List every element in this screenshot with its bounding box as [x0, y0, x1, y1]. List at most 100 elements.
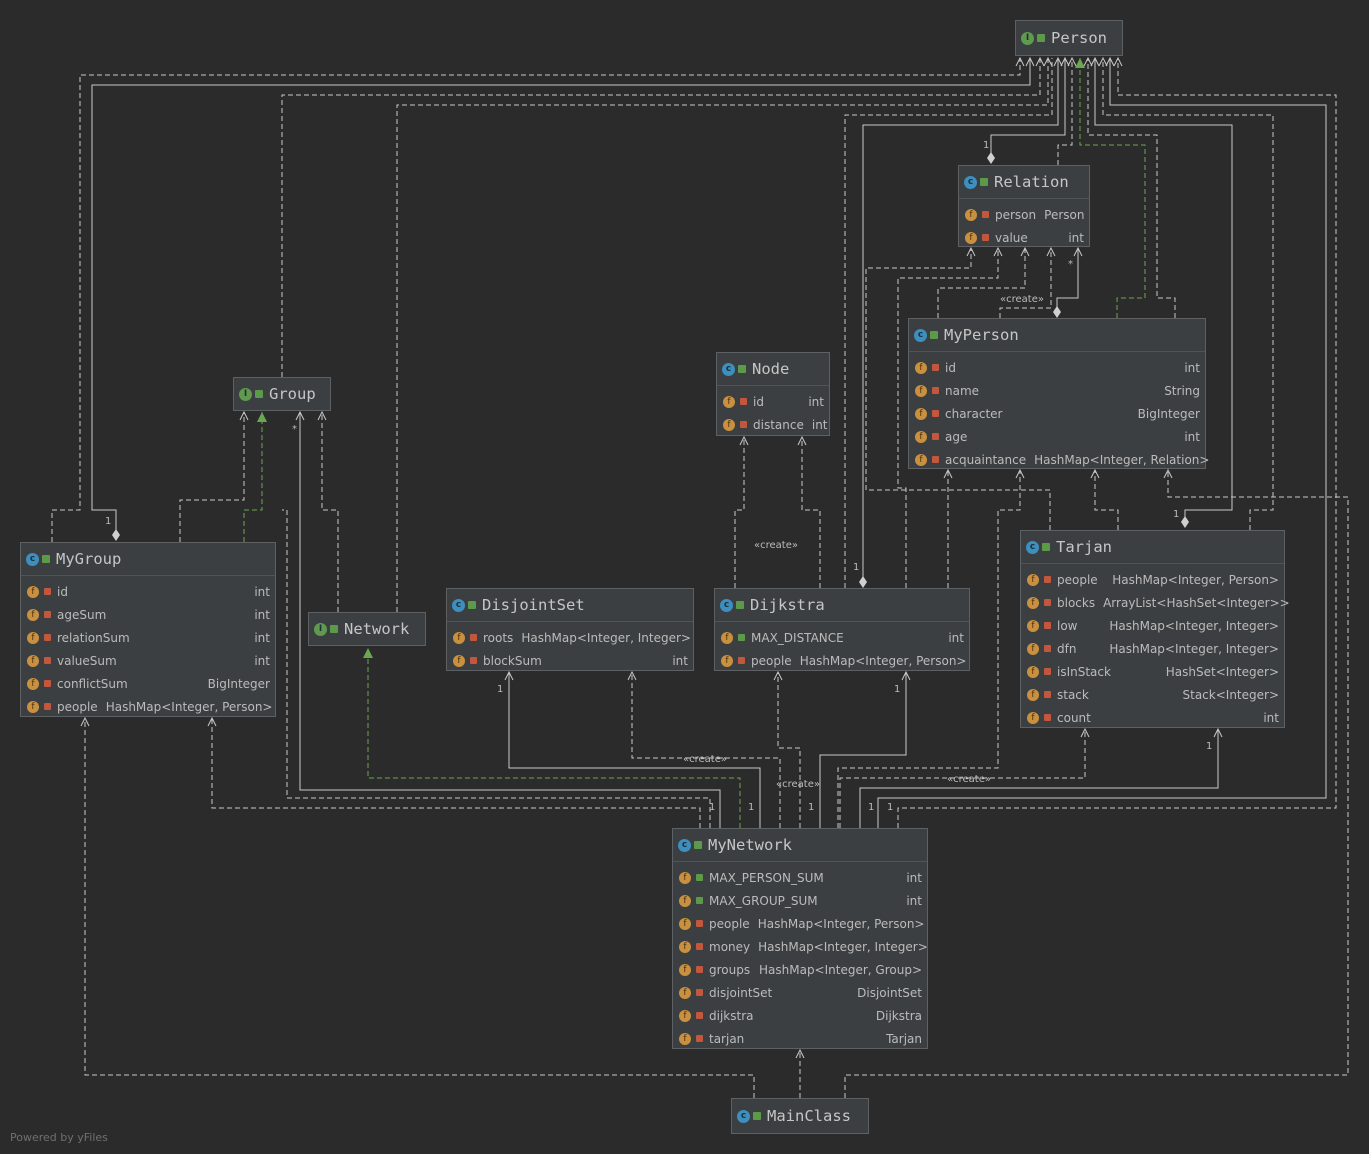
- field-row[interactable]: f age int: [909, 425, 1205, 448]
- field-row[interactable]: f relationSum int: [21, 626, 275, 649]
- field-type: int: [254, 653, 270, 668]
- class-box-group[interactable]: I Group: [233, 377, 331, 411]
- edge: [801, 437, 821, 588]
- class-title: DisjointSet: [482, 596, 585, 614]
- field-type: BigInteger: [1137, 406, 1200, 421]
- field-name: value: [995, 230, 1028, 245]
- field-row[interactable]: f ageSum int: [21, 603, 275, 626]
- class-header: c Relation: [959, 166, 1089, 199]
- field-row[interactable]: f money HashMap<Integer, Integer>: [673, 935, 928, 958]
- field-row[interactable]: f people HashMap<Integer, Person>: [1021, 568, 1284, 591]
- field-icon: f: [965, 231, 977, 244]
- powered-by-label: Powered by yFiles: [10, 1131, 108, 1144]
- public-icon: [1037, 34, 1045, 42]
- private-icon: [696, 966, 703, 973]
- field-row[interactable]: f value int: [959, 226, 1089, 249]
- interface-icon: I: [314, 622, 327, 636]
- field-row[interactable]: f distance int: [717, 413, 829, 436]
- private-icon: [44, 657, 51, 664]
- field-type: Tarjan: [886, 1031, 922, 1046]
- public-icon: [255, 390, 263, 398]
- class-box-relation[interactable]: c Relation f person Person f value int: [958, 165, 1090, 247]
- field-row[interactable]: f count int: [1021, 706, 1284, 729]
- edge-label: *: [1068, 259, 1073, 270]
- class-box-tarjan[interactable]: c Tarjan f people HashMap<Integer, Person> f b…: [1020, 530, 1290, 729]
- realization-arrow-icon: [257, 412, 267, 422]
- field-name: relationSum: [57, 630, 130, 645]
- class-icon: c: [678, 838, 691, 852]
- field-row[interactable]: f low HashMap<Integer, Integer>: [1021, 614, 1284, 637]
- field-row[interactable]: f id int: [909, 356, 1205, 379]
- field-row[interactable]: f conflictSum BigInteger: [21, 672, 275, 695]
- private-icon: [1044, 645, 1051, 652]
- field-row[interactable]: f dijkstra Dijkstra: [673, 1004, 927, 1027]
- field-icon: f: [1027, 711, 1039, 724]
- field-row[interactable]: f people HashMap<Integer, Person>: [673, 912, 927, 935]
- field-row[interactable]: f character BigInteger: [909, 402, 1205, 425]
- field-row[interactable]: f person Person: [959, 203, 1089, 226]
- field-type: int: [1184, 360, 1200, 375]
- field-row[interactable]: f id int: [717, 390, 829, 413]
- field-name: people: [709, 916, 750, 931]
- field-row[interactable]: f valueSum int: [21, 649, 275, 672]
- public-icon: [736, 601, 744, 609]
- field-name: people: [1057, 572, 1098, 587]
- field-icon: f: [679, 894, 691, 907]
- private-icon: [696, 1012, 703, 1019]
- class-box-person[interactable]: I Person: [1015, 20, 1123, 56]
- class-box-mainclass[interactable]: c MainClass: [731, 1098, 869, 1134]
- private-icon: [44, 703, 51, 710]
- private-icon: [696, 920, 703, 927]
- field-name: valueSum: [57, 653, 117, 668]
- field-type: String: [1164, 383, 1200, 398]
- field-type: int: [254, 630, 270, 645]
- field-row[interactable]: f disjointSet DisjointSet: [673, 981, 927, 1004]
- private-icon: [696, 1035, 703, 1042]
- field-name: age: [945, 429, 968, 444]
- field-row[interactable]: f tarjan Tarjan: [673, 1027, 927, 1050]
- private-icon: [1044, 576, 1051, 583]
- edge-label: 1: [868, 802, 875, 813]
- field-icon: f: [679, 1009, 691, 1022]
- class-box-dijkstra[interactable]: c Dijkstra f MAX_DISTANCE int f people HashMap<…: [714, 588, 970, 671]
- field-row[interactable]: f acquaintance HashMap<Integer, Relation>: [909, 448, 1209, 471]
- public-icon: [696, 874, 703, 881]
- class-box-myperson[interactable]: c MyPerson f id int f name String f character BigI…: [908, 318, 1209, 471]
- interface-icon: I: [239, 387, 252, 401]
- field-row[interactable]: f roots HashMap<Integer, Integer>: [447, 626, 693, 649]
- class-header: I Group: [234, 378, 330, 410]
- class-box-disjointset[interactable]: c DisjointSet f roots HashMap<Integer, Integ…: [446, 588, 694, 671]
- field-row[interactable]: f blocks ArrayList<HashSet<Integer>>: [1021, 591, 1290, 614]
- class-box-mynetwork[interactable]: c MyNetwork f MAX_PERSON_SUM int f MAX_GROUP_S…: [672, 828, 928, 1049]
- field-row[interactable]: f people HashMap<Integer, Person>: [21, 695, 275, 718]
- field-row[interactable]: f MAX_PERSON_SUM int: [673, 866, 927, 889]
- class-title: MyGroup: [56, 550, 122, 568]
- private-icon: [44, 680, 51, 687]
- field-icon: f: [1027, 596, 1039, 609]
- field-row[interactable]: f id int: [21, 580, 275, 603]
- field-row[interactable]: f people HashMap<Integer, Person>: [715, 649, 969, 672]
- class-title: MyPerson: [944, 326, 1019, 344]
- class-box-mygroup[interactable]: c MyGroup f id int f ageSum int f relationSum int f…: [20, 542, 276, 717]
- field-type: ArrayList<HashSet<Integer>>: [1103, 595, 1290, 610]
- field-row[interactable]: f blockSum int: [447, 649, 693, 672]
- field-name: count: [1057, 710, 1091, 725]
- field-row[interactable]: f MAX_GROUP_SUM int: [673, 889, 927, 912]
- aggregation-diamond-icon: [859, 576, 867, 588]
- class-box-network[interactable]: I Network: [308, 612, 426, 646]
- public-icon: [1042, 543, 1050, 551]
- field-row[interactable]: f stack Stack<Integer>: [1021, 683, 1284, 706]
- field-row[interactable]: f MAX_DISTANCE int: [715, 626, 969, 649]
- field-row[interactable]: f isInStack HashSet<Integer>: [1021, 660, 1284, 683]
- class-header: c Tarjan: [1021, 531, 1284, 564]
- edge-label: 1: [887, 802, 894, 813]
- field-name: people: [751, 653, 792, 668]
- private-icon: [740, 421, 747, 428]
- field-type: HashMap<Integer, Relation>: [1034, 452, 1210, 467]
- field-row[interactable]: f name String: [909, 379, 1205, 402]
- field-icon: f: [915, 453, 927, 466]
- field-name: dijkstra: [709, 1008, 754, 1023]
- field-row[interactable]: f dfn HashMap<Integer, Integer>: [1021, 637, 1284, 660]
- field-row[interactable]: f groups HashMap<Integer, Group>: [673, 958, 927, 981]
- class-box-node[interactable]: c Node f id int f distance int: [716, 352, 830, 436]
